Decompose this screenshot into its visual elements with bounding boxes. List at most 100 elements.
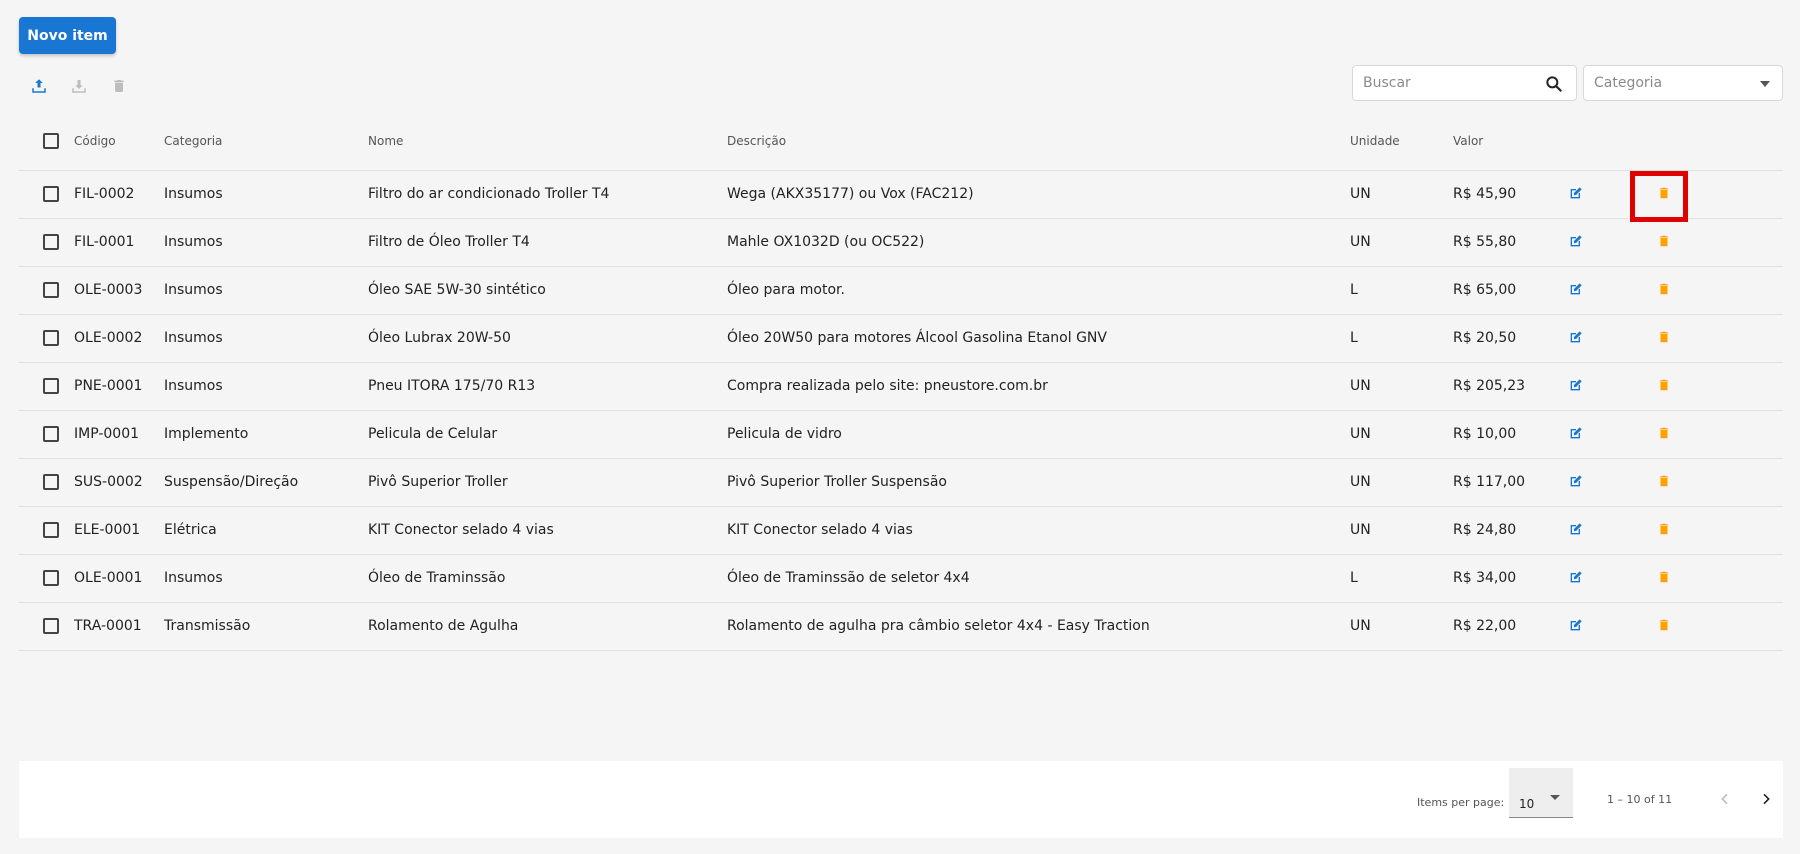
delete-icon[interactable] xyxy=(1654,423,1674,443)
cell-unidade: UN xyxy=(1350,218,1453,267)
delete-icon[interactable] xyxy=(1654,327,1674,347)
table-row: SUS-0002 Suspensão/Direção Pivô Superior T… xyxy=(19,458,1783,507)
table-row: OLE-0002 Insumos Óleo Lubrax 20W-50 Óleo 20… xyxy=(19,314,1783,363)
previous-page-button[interactable] xyxy=(1713,787,1737,811)
cell-categoria: Elétrica xyxy=(164,506,368,555)
cell-descricao: Óleo 20W50 para motores Álcool Gasolina … xyxy=(727,314,1350,363)
row-checkbox[interactable] xyxy=(43,186,59,202)
cell-valor: R$ 65,00 xyxy=(1453,266,1566,315)
cell-categoria: Insumos xyxy=(164,554,368,603)
category-select[interactable]: Categoria xyxy=(1583,65,1783,101)
header-descricao: Descrição xyxy=(727,113,1350,171)
edit-icon[interactable] xyxy=(1566,519,1586,539)
edit-icon[interactable] xyxy=(1566,423,1586,443)
cell-nome: KIT Conector selado 4 vias xyxy=(368,506,727,555)
cell-codigo: OLE-0001 xyxy=(59,554,164,603)
search-input[interactable] xyxy=(1353,66,1533,100)
table-row: OLE-0003 Insumos Óleo SAE 5W-30 sintético Ó… xyxy=(19,266,1783,315)
table-row: OLE-0001 Insumos Óleo de Traminssão Óleo de… xyxy=(19,554,1783,603)
cell-nome: Filtro de Óleo Troller T4 xyxy=(368,218,727,267)
table-row: TRA-0001 Transmissão Rolamento de Agulha Ro… xyxy=(19,602,1783,651)
category-select-placeholder: Categoria xyxy=(1594,75,1663,91)
row-checkbox[interactable] xyxy=(43,522,59,538)
cell-unidade: L xyxy=(1350,554,1453,603)
cell-nome: Filtro do ar condicionado Troller T4 xyxy=(368,170,727,219)
cell-codigo: TRA-0001 xyxy=(59,602,164,651)
cell-codigo: OLE-0003 xyxy=(59,266,164,315)
table-row: FIL-0001 Insumos Filtro de Óleo Troller T4… xyxy=(19,218,1783,267)
cell-unidade: UN xyxy=(1350,362,1453,411)
header-unidade: Unidade xyxy=(1350,113,1453,171)
row-checkbox[interactable] xyxy=(43,378,59,394)
delete-icon[interactable] xyxy=(1654,183,1674,203)
cell-descricao: Compra realizada pelo site: pneustore.co… xyxy=(727,362,1350,411)
cell-categoria: Implemento xyxy=(164,410,368,459)
cell-categoria: Insumos xyxy=(164,218,368,267)
cell-valor: R$ 117,00 xyxy=(1453,458,1566,507)
cell-valor: R$ 24,80 xyxy=(1453,506,1566,555)
upload-icon[interactable] xyxy=(29,76,49,96)
cell-valor: R$ 20,50 xyxy=(1453,314,1566,363)
cell-nome: Óleo de Traminssão xyxy=(368,554,727,603)
edit-icon[interactable] xyxy=(1566,327,1586,347)
items-per-page-value: 10 xyxy=(1519,797,1535,811)
cell-nome: Pelicula de Celular xyxy=(368,410,727,459)
row-checkbox[interactable] xyxy=(43,618,59,634)
cell-valor: R$ 205,23 xyxy=(1453,362,1566,411)
search-box xyxy=(1352,65,1577,101)
cell-codigo: FIL-0002 xyxy=(59,170,164,219)
select-all-checkbox[interactable] xyxy=(43,133,59,150)
cell-valor: R$ 45,90 xyxy=(1453,170,1566,219)
header-codigo: Código xyxy=(59,113,164,171)
chevron-down-icon xyxy=(1550,795,1560,800)
table-row: ELE-0001 Elétrica KIT Conector selado 4 vi… xyxy=(19,506,1783,555)
edit-icon[interactable] xyxy=(1566,231,1586,251)
row-checkbox[interactable] xyxy=(43,474,59,490)
cell-descricao: Óleo para motor. xyxy=(727,266,1350,315)
search-icon[interactable] xyxy=(1544,74,1564,94)
download-icon[interactable] xyxy=(69,76,89,96)
items-per-page-select[interactable]: 10 xyxy=(1509,768,1573,818)
table-row: FIL-0002 Insumos Filtro do ar condicionado… xyxy=(19,170,1783,219)
cell-nome: Pivô Superior Troller xyxy=(368,458,727,507)
items-per-page-label: Items per page: xyxy=(1417,796,1505,809)
delete-icon[interactable] xyxy=(109,76,129,96)
cell-valor: R$ 34,00 xyxy=(1453,554,1566,603)
items-table: Código Categoria Nome Descrição Unidade … xyxy=(19,113,1783,651)
table-row: IMP-0001 Implemento Pelicula de Celular Pel… xyxy=(19,410,1783,459)
delete-icon[interactable] xyxy=(1654,375,1674,395)
row-checkbox[interactable] xyxy=(43,426,59,442)
row-checkbox[interactable] xyxy=(43,282,59,298)
cell-valor: R$ 55,80 xyxy=(1453,218,1566,267)
row-checkbox[interactable] xyxy=(43,570,59,586)
cell-unidade: UN xyxy=(1350,170,1453,219)
delete-icon[interactable] xyxy=(1654,615,1674,635)
table-row: PNE-0001 Insumos Pneu ITORA 175/70 R13 Comp… xyxy=(19,362,1783,411)
edit-icon[interactable] xyxy=(1566,615,1586,635)
header-categoria: Categoria xyxy=(164,113,368,171)
edit-icon[interactable] xyxy=(1566,375,1586,395)
edit-icon[interactable] xyxy=(1566,279,1586,299)
delete-icon[interactable] xyxy=(1654,279,1674,299)
header-valor: Valor xyxy=(1453,113,1566,171)
header-nome: Nome xyxy=(368,113,727,171)
next-page-button[interactable] xyxy=(1754,787,1778,811)
cell-unidade: UN xyxy=(1350,506,1453,555)
delete-icon[interactable] xyxy=(1654,231,1674,251)
edit-icon[interactable] xyxy=(1566,567,1586,587)
cell-descricao: KIT Conector selado 4 vias xyxy=(727,506,1350,555)
cell-nome: Pneu ITORA 175/70 R13 xyxy=(368,362,727,411)
delete-icon[interactable] xyxy=(1654,567,1674,587)
row-checkbox[interactable] xyxy=(43,330,59,346)
cell-codigo: FIL-0001 xyxy=(59,218,164,267)
delete-icon[interactable] xyxy=(1654,519,1674,539)
delete-icon[interactable] xyxy=(1654,471,1674,491)
row-checkbox[interactable] xyxy=(43,234,59,250)
edit-icon[interactable] xyxy=(1566,471,1586,491)
cell-valor: R$ 22,00 xyxy=(1453,602,1566,651)
new-item-button[interactable]: Novo item xyxy=(19,17,116,54)
cell-unidade: UN xyxy=(1350,410,1453,459)
cell-descricao: Pivô Superior Troller Suspensão xyxy=(727,458,1350,507)
cell-codigo: OLE-0002 xyxy=(59,314,164,363)
edit-icon[interactable] xyxy=(1566,183,1586,203)
